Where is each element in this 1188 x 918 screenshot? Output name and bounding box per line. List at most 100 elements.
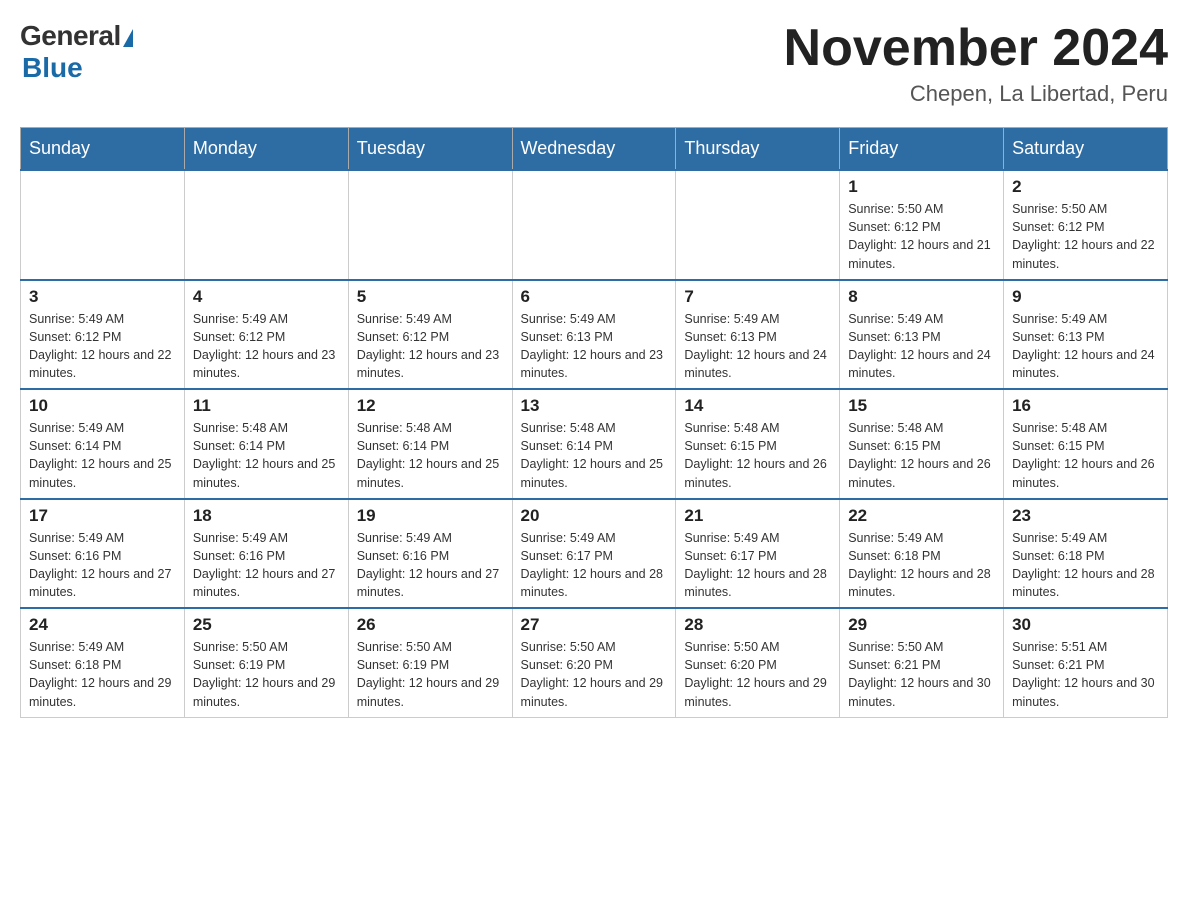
- day-number: 9: [1012, 287, 1159, 307]
- calendar-cell: 28Sunrise: 5:50 AMSunset: 6:20 PMDayligh…: [676, 608, 840, 717]
- logo-triangle-icon: [123, 29, 133, 47]
- calendar-cell: 24 Sunrise: 5:49 AMSunset: 6:18 PMDayligh…: [21, 608, 185, 717]
- calendar-cell: 22Sunrise: 5:49 AMSunset: 6:18 PMDayligh…: [840, 499, 1004, 609]
- day-number: 12: [357, 396, 504, 416]
- day-info: Sunrise: 5:49 AMSunset: 6:16 PMDaylight:…: [193, 529, 340, 602]
- day-info: Sunrise: 5:49 AMSunset: 6:13 PMDaylight:…: [521, 310, 668, 383]
- day-number: 13: [521, 396, 668, 416]
- calendar-cell: [184, 170, 348, 280]
- calendar-cell: 9 Sunrise: 5:49 AMSunset: 6:13 PMDaylight…: [1004, 280, 1168, 390]
- calendar-cell: 30 Sunrise: 5:51 AMSunset: 6:21 PMDayligh…: [1004, 608, 1168, 717]
- calendar-cell: 2 Sunrise: 5:50 AMSunset: 6:12 PMDaylight…: [1004, 170, 1168, 280]
- day-number: 30: [1012, 615, 1159, 635]
- calendar-header-row: SundayMondayTuesdayWednesdayThursdayFrid…: [21, 128, 1168, 171]
- day-info: Sunrise: 5:49 AMSunset: 6:13 PMDaylight:…: [848, 310, 995, 383]
- day-number: 1: [848, 177, 995, 197]
- calendar-cell: 26Sunrise: 5:50 AMSunset: 6:19 PMDayligh…: [348, 608, 512, 717]
- calendar-table: SundayMondayTuesdayWednesdayThursdayFrid…: [20, 127, 1168, 718]
- day-info: Sunrise: 5:49 AMSunset: 6:14 PMDaylight:…: [29, 419, 176, 492]
- column-header-friday: Friday: [840, 128, 1004, 171]
- day-number: 6: [521, 287, 668, 307]
- day-number: 29: [848, 615, 995, 635]
- day-number: 28: [684, 615, 831, 635]
- day-info: Sunrise: 5:49 AMSunset: 6:13 PMDaylight:…: [1012, 310, 1159, 383]
- day-info: Sunrise: 5:51 AMSunset: 6:21 PMDaylight:…: [1012, 638, 1159, 711]
- day-info: Sunrise: 5:50 AMSunset: 6:19 PMDaylight:…: [357, 638, 504, 711]
- day-number: 24: [29, 615, 176, 635]
- day-number: 4: [193, 287, 340, 307]
- calendar-cell: 1 Sunrise: 5:50 AMSunset: 6:12 PMDaylight…: [840, 170, 1004, 280]
- day-info: Sunrise: 5:50 AMSunset: 6:20 PMDaylight:…: [521, 638, 668, 711]
- column-header-wednesday: Wednesday: [512, 128, 676, 171]
- calendar-cell: 4 Sunrise: 5:49 AMSunset: 6:12 PMDaylight…: [184, 280, 348, 390]
- day-info: Sunrise: 5:50 AMSunset: 6:12 PMDaylight:…: [848, 200, 995, 273]
- day-number: 17: [29, 506, 176, 526]
- calendar-cell: 23Sunrise: 5:49 AMSunset: 6:18 PMDayligh…: [1004, 499, 1168, 609]
- calendar-cell: [512, 170, 676, 280]
- calendar-cell: 18 Sunrise: 5:49 AMSunset: 6:16 PMDayligh…: [184, 499, 348, 609]
- logo: General Blue: [20, 20, 133, 84]
- calendar-cell: 5Sunrise: 5:49 AMSunset: 6:12 PMDaylight…: [348, 280, 512, 390]
- calendar-cell: 25 Sunrise: 5:50 AMSunset: 6:19 PMDayligh…: [184, 608, 348, 717]
- calendar-week-row: 10 Sunrise: 5:49 AMSunset: 6:14 PMDayligh…: [21, 389, 1168, 499]
- calendar-week-row: 24 Sunrise: 5:49 AMSunset: 6:18 PMDayligh…: [21, 608, 1168, 717]
- calendar-cell: 29 Sunrise: 5:50 AMSunset: 6:21 PMDayligh…: [840, 608, 1004, 717]
- day-number: 25: [193, 615, 340, 635]
- day-number: 14: [684, 396, 831, 416]
- calendar-cell: 27 Sunrise: 5:50 AMSunset: 6:20 PMDayligh…: [512, 608, 676, 717]
- day-info: Sunrise: 5:48 AMSunset: 6:14 PMDaylight:…: [357, 419, 504, 492]
- day-number: 16: [1012, 396, 1159, 416]
- day-info: Sunrise: 5:49 AMSunset: 6:16 PMDaylight:…: [357, 529, 504, 602]
- column-header-tuesday: Tuesday: [348, 128, 512, 171]
- day-info: Sunrise: 5:49 AMSunset: 6:18 PMDaylight:…: [1012, 529, 1159, 602]
- day-number: 15: [848, 396, 995, 416]
- calendar-cell: 8 Sunrise: 5:49 AMSunset: 6:13 PMDaylight…: [840, 280, 1004, 390]
- day-number: 5: [357, 287, 504, 307]
- day-info: Sunrise: 5:48 AMSunset: 6:15 PMDaylight:…: [848, 419, 995, 492]
- day-number: 18: [193, 506, 340, 526]
- calendar-cell: [348, 170, 512, 280]
- day-info: Sunrise: 5:48 AMSunset: 6:15 PMDaylight:…: [1012, 419, 1159, 492]
- day-info: Sunrise: 5:49 AMSunset: 6:12 PMDaylight:…: [29, 310, 176, 383]
- column-header-monday: Monday: [184, 128, 348, 171]
- day-info: Sunrise: 5:48 AMSunset: 6:14 PMDaylight:…: [521, 419, 668, 492]
- day-info: Sunrise: 5:50 AMSunset: 6:21 PMDaylight:…: [848, 638, 995, 711]
- calendar-cell: 17 Sunrise: 5:49 AMSunset: 6:16 PMDayligh…: [21, 499, 185, 609]
- calendar-cell: 11 Sunrise: 5:48 AMSunset: 6:14 PMDayligh…: [184, 389, 348, 499]
- month-title: November 2024: [784, 20, 1168, 77]
- day-info: Sunrise: 5:49 AMSunset: 6:17 PMDaylight:…: [684, 529, 831, 602]
- page-header: General Blue November 2024 Chepen, La Li…: [20, 20, 1168, 107]
- calendar-cell: 14 Sunrise: 5:48 AMSunset: 6:15 PMDayligh…: [676, 389, 840, 499]
- day-number: 2: [1012, 177, 1159, 197]
- day-info: Sunrise: 5:49 AMSunset: 6:13 PMDaylight:…: [684, 310, 831, 383]
- day-number: 8: [848, 287, 995, 307]
- day-info: Sunrise: 5:49 AMSunset: 6:16 PMDaylight:…: [29, 529, 176, 602]
- calendar-cell: 6 Sunrise: 5:49 AMSunset: 6:13 PMDaylight…: [512, 280, 676, 390]
- day-info: Sunrise: 5:48 AMSunset: 6:15 PMDaylight:…: [684, 419, 831, 492]
- title-area: November 2024 Chepen, La Libertad, Peru: [784, 20, 1168, 107]
- day-info: Sunrise: 5:49 AMSunset: 6:17 PMDaylight:…: [521, 529, 668, 602]
- day-number: 11: [193, 396, 340, 416]
- location-subtitle: Chepen, La Libertad, Peru: [784, 81, 1168, 107]
- calendar-cell: 15 Sunrise: 5:48 AMSunset: 6:15 PMDayligh…: [840, 389, 1004, 499]
- calendar-week-row: 3 Sunrise: 5:49 AMSunset: 6:12 PMDaylight…: [21, 280, 1168, 390]
- calendar-week-row: 1 Sunrise: 5:50 AMSunset: 6:12 PMDaylight…: [21, 170, 1168, 280]
- calendar-cell: 7Sunrise: 5:49 AMSunset: 6:13 PMDaylight…: [676, 280, 840, 390]
- day-info: Sunrise: 5:50 AMSunset: 6:12 PMDaylight:…: [1012, 200, 1159, 273]
- calendar-cell: 3 Sunrise: 5:49 AMSunset: 6:12 PMDaylight…: [21, 280, 185, 390]
- day-number: 3: [29, 287, 176, 307]
- column-header-saturday: Saturday: [1004, 128, 1168, 171]
- day-number: 22: [848, 506, 995, 526]
- logo-blue-text: Blue: [22, 52, 83, 84]
- day-info: Sunrise: 5:49 AMSunset: 6:18 PMDaylight:…: [29, 638, 176, 711]
- day-number: 27: [521, 615, 668, 635]
- calendar-cell: 16 Sunrise: 5:48 AMSunset: 6:15 PMDayligh…: [1004, 389, 1168, 499]
- calendar-cell: 12 Sunrise: 5:48 AMSunset: 6:14 PMDayligh…: [348, 389, 512, 499]
- day-info: Sunrise: 5:49 AMSunset: 6:12 PMDaylight:…: [193, 310, 340, 383]
- calendar-cell: 19 Sunrise: 5:49 AMSunset: 6:16 PMDayligh…: [348, 499, 512, 609]
- day-number: 19: [357, 506, 504, 526]
- day-number: 10: [29, 396, 176, 416]
- day-info: Sunrise: 5:48 AMSunset: 6:14 PMDaylight:…: [193, 419, 340, 492]
- day-info: Sunrise: 5:50 AMSunset: 6:19 PMDaylight:…: [193, 638, 340, 711]
- calendar-cell: [21, 170, 185, 280]
